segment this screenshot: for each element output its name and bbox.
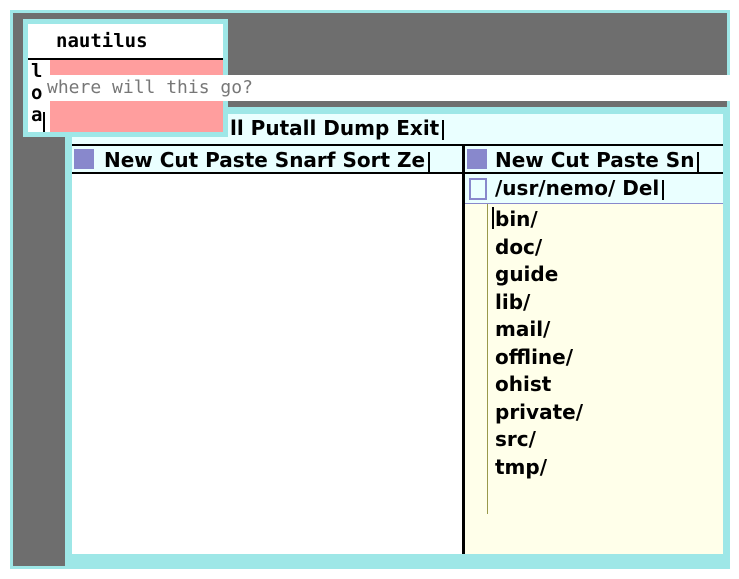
column-left-layout-box[interactable] bbox=[74, 149, 94, 169]
directory-entry[interactable]: guide bbox=[495, 261, 583, 289]
directory-entry[interactable]: mail/ bbox=[495, 316, 583, 344]
nautilus-letter: a bbox=[31, 104, 43, 126]
directory-entry[interactable]: ohist bbox=[495, 371, 583, 399]
directory-scrollbar[interactable] bbox=[465, 204, 488, 514]
main-tag-text[interactable]: ll Putall Dump Exit bbox=[230, 116, 445, 140]
column-left-caret bbox=[428, 151, 431, 172]
nautilus-title: nautilus bbox=[56, 30, 148, 52]
column-left-tag-text[interactable]: New Cut Paste Snarf Sort Ze bbox=[104, 148, 431, 172]
directory-entry[interactable]: bin/ bbox=[495, 206, 583, 234]
tag-caret bbox=[442, 119, 445, 140]
nautilus-tag-bar[interactable]: nautilus bbox=[28, 24, 223, 60]
column-right[interactable]: New Cut Paste Sn /usr/nemo/ Del bin/doc/… bbox=[465, 144, 723, 554]
directory-entry[interactable]: src/ bbox=[495, 426, 583, 454]
directory-entry[interactable]: private/ bbox=[495, 399, 583, 427]
directory-tag-caret bbox=[662, 179, 665, 200]
column-left-tag[interactable]: New Cut Paste Snarf Sort Ze bbox=[72, 144, 462, 174]
directory-window-tag[interactable]: /usr/nemo/ Del bbox=[465, 174, 723, 204]
column-right-layout-box[interactable] bbox=[467, 149, 487, 169]
column-right-caret bbox=[697, 151, 700, 172]
nautilus-letter: o bbox=[31, 82, 43, 104]
directory-entry[interactable]: offline/ bbox=[495, 344, 583, 372]
directory-window-layout-box[interactable] bbox=[469, 178, 487, 200]
nautilus-caret bbox=[43, 112, 45, 132]
acme-main-window: ll Putall Dump Exit New Cut Paste Snarf … bbox=[65, 107, 730, 568]
directory-entry[interactable]: doc/ bbox=[495, 234, 583, 262]
column-left[interactable]: New Cut Paste Snarf Sort Ze bbox=[72, 144, 462, 554]
main-window-bottom-border bbox=[72, 554, 723, 561]
floating-text-overlay: where will this go? bbox=[45, 75, 739, 101]
column-right-tag-text[interactable]: New Cut Paste Sn bbox=[495, 148, 700, 172]
directory-entry[interactable]: tmp/ bbox=[495, 454, 583, 482]
nautilus-letter: l bbox=[31, 60, 43, 82]
nautilus-letters: l o a bbox=[31, 60, 42, 126]
directory-entry[interactable]: lib/ bbox=[495, 289, 583, 317]
column-right-tag[interactable]: New Cut Paste Sn bbox=[465, 144, 723, 174]
directory-text-caret bbox=[492, 207, 494, 229]
overlay-text: where will this go? bbox=[47, 77, 253, 98]
directory-window-tag-text[interactable]: /usr/nemo/ Del bbox=[495, 176, 665, 200]
directory-listing[interactable]: bin/doc/guide lib/mail/offline/ohist priva… bbox=[495, 206, 583, 481]
